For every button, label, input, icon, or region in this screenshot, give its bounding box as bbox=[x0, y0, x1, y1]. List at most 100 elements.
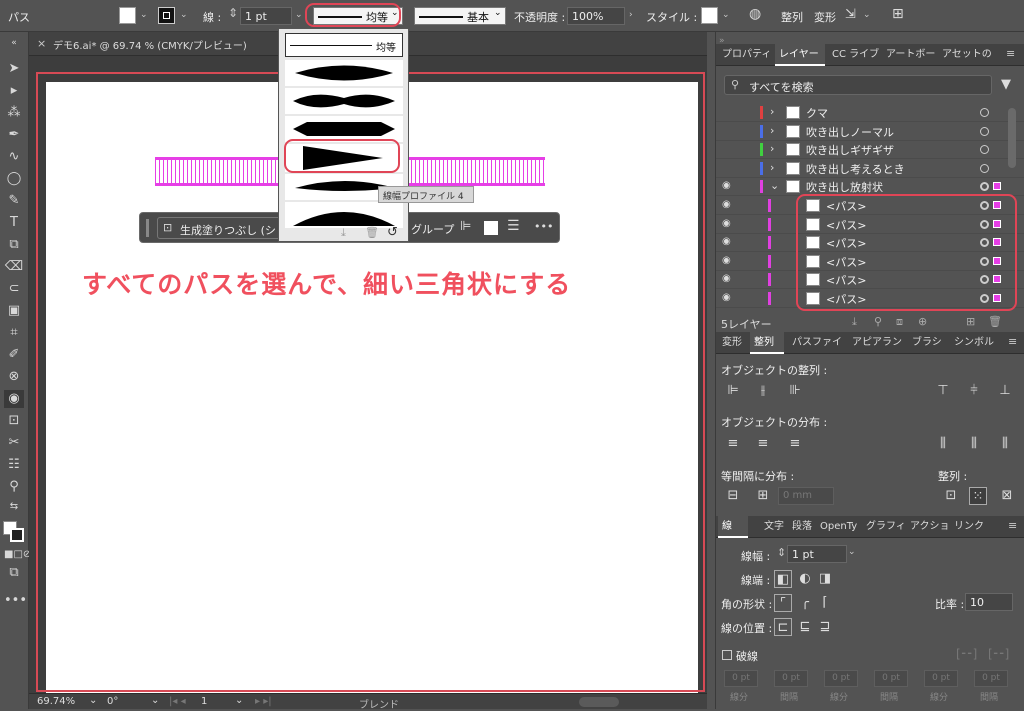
visibility-eye-icon[interactable]: ◉ bbox=[722, 273, 736, 284]
mesh-tool-icon[interactable]: ⌗ bbox=[4, 324, 24, 342]
align-to-selection-icon[interactable]: ⁙ bbox=[969, 487, 987, 505]
distribute-top-icon[interactable]: ≡ bbox=[724, 435, 742, 453]
isolate-icon[interactable]: ⇲ bbox=[845, 7, 856, 22]
rotation-chevron-icon[interactable]: ⌄ bbox=[151, 695, 159, 706]
document-tab-title[interactable]: デモ6.ai* @ 69.74 % (CMYK/プレビュー) bbox=[53, 37, 247, 52]
zoom-tool-icon[interactable]: ⚲ bbox=[4, 478, 24, 496]
close-tab-icon[interactable]: × bbox=[37, 37, 46, 50]
target-circle-icon[interactable] bbox=[980, 126, 989, 136]
bevel-join-icon[interactable]: ⌈ bbox=[816, 594, 834, 612]
distribute-spacing-h-icon[interactable]: ⊞ bbox=[754, 487, 772, 505]
weight-chevron-icon[interactable]: ⌄ bbox=[848, 547, 856, 557]
zoom-chevron-icon[interactable]: ⌄ bbox=[89, 695, 97, 706]
tab-appearance[interactable]: アピアラン bbox=[848, 332, 906, 354]
gap-input[interactable]: 0 pt bbox=[874, 670, 908, 687]
preserve-dash-icon[interactable]: [⁃⁃] bbox=[956, 647, 977, 661]
more-tools-icon[interactable]: ••• bbox=[4, 592, 27, 610]
artboard-number[interactable]: 1 bbox=[201, 696, 207, 707]
align-top-icon[interactable]: ⊤ bbox=[934, 382, 952, 400]
tab-opentype[interactable]: OpenTy bbox=[816, 516, 860, 538]
distribute-bottom-icon[interactable]: ≡ bbox=[786, 435, 804, 453]
align-stroke-inside-icon[interactable]: ⊑ bbox=[796, 618, 814, 636]
opacity-chevron-icon[interactable]: › bbox=[629, 10, 633, 20]
visibility-eye-icon[interactable]: ◉ bbox=[722, 236, 736, 247]
curvature-tool-icon[interactable]: ∿ bbox=[4, 148, 24, 166]
delete-profile-icon[interactable]: 🗑 bbox=[365, 226, 379, 239]
clipping-mask-icon[interactable]: ⧈ bbox=[896, 315, 903, 329]
pen-tool-icon[interactable]: ✒ bbox=[4, 126, 24, 144]
stroke-swatch[interactable] bbox=[158, 7, 175, 24]
distribute-spacing-v-icon[interactable]: ⊟ bbox=[724, 487, 742, 505]
projecting-cap-icon[interactable]: ◨ bbox=[816, 570, 834, 588]
align-right-icon[interactable]: ⊪ bbox=[786, 382, 804, 400]
tab-asset-export[interactable]: アセットの bbox=[938, 44, 994, 66]
fill-dropdown-chevron-icon[interactable]: ⌄ bbox=[140, 10, 148, 20]
distribute-right-icon[interactable]: ⫼ bbox=[996, 435, 1014, 453]
collect-export-icon[interactable]: ⤓ bbox=[852, 315, 857, 329]
align-dash-icon[interactable]: [⁃⁃] bbox=[988, 647, 1009, 661]
lasso-tool-icon[interactable]: ⊂ bbox=[4, 280, 24, 298]
layer-name[interactable]: 吹き出し放射状 bbox=[806, 179, 883, 195]
eraser-tool-icon[interactable]: ⌫ bbox=[4, 258, 24, 276]
dashed-checkbox[interactable] bbox=[722, 650, 732, 660]
locate-object-icon[interactable]: ⚲ bbox=[874, 315, 882, 328]
align-stroke-center-icon[interactable]: ⊏ bbox=[774, 618, 792, 636]
target-circle-icon[interactable] bbox=[980, 163, 989, 173]
group-button[interactable]: グループ bbox=[411, 221, 454, 237]
layer-row[interactable]: › クマ bbox=[716, 104, 1024, 122]
style-chevron-icon[interactable]: ⌄ bbox=[722, 10, 730, 20]
paintbrush-tool-icon[interactable]: ✎ bbox=[4, 192, 24, 210]
layer-row[interactable]: › 吹き出し考えるとき bbox=[716, 160, 1024, 178]
distribute-left-icon[interactable]: ⫼ bbox=[934, 435, 952, 453]
distribute-center-v-icon[interactable]: ≡ bbox=[754, 435, 772, 453]
dash-input[interactable]: 0 pt bbox=[824, 670, 858, 687]
panel-menu-icon[interactable]: ≡ bbox=[1008, 335, 1017, 348]
align-center-v-icon[interactable]: ⫩ bbox=[965, 382, 983, 400]
collapse-icon[interactable]: « bbox=[4, 34, 24, 52]
visibility-eye-icon[interactable]: ◉ bbox=[722, 292, 736, 303]
transform-link[interactable]: 変形 bbox=[814, 9, 836, 25]
butt-cap-icon[interactable]: ◧ bbox=[774, 570, 792, 588]
slice-tool-icon[interactable]: ✂ bbox=[4, 434, 24, 452]
target-circle-icon[interactable] bbox=[980, 145, 989, 155]
draw-mode-icon[interactable]: ⧉ bbox=[4, 564, 24, 582]
ellipse-tool-icon[interactable]: ◯ bbox=[4, 170, 24, 188]
style-swatch[interactable] bbox=[701, 7, 718, 24]
expand-chevron-icon[interactable]: › bbox=[770, 161, 774, 174]
expand-chevron-icon[interactable]: › bbox=[770, 124, 774, 137]
first-artboard-icon[interactable]: |◂ ◂ bbox=[169, 696, 186, 707]
direct-selection-tool-icon[interactable]: ▸ bbox=[4, 82, 24, 100]
align-stroke-outside-icon[interactable]: ⊒ bbox=[816, 618, 834, 636]
blend-tool-icon[interactable]: ⊗ bbox=[4, 368, 24, 386]
tab-actions[interactable]: アクショ bbox=[906, 516, 950, 538]
limit-input[interactable]: 10 bbox=[965, 593, 1013, 611]
stroke-color-icon[interactable] bbox=[10, 528, 24, 542]
align-link[interactable]: 整列 bbox=[781, 9, 803, 25]
artboard-chevron-icon[interactable]: ⌄ bbox=[235, 695, 243, 706]
visibility-eye-icon[interactable]: ◉ bbox=[722, 218, 736, 229]
profile-uniform-option[interactable]: 均等 bbox=[285, 33, 403, 57]
tab-transform[interactable]: 変形 bbox=[718, 332, 748, 354]
magic-wand-icon[interactable]: ⁂ bbox=[4, 104, 24, 122]
shape-tool-icon[interactable]: ◉ bbox=[4, 390, 24, 408]
zoom-level[interactable]: 69.74% bbox=[37, 696, 75, 707]
tab-character[interactable]: 文字 bbox=[760, 516, 786, 538]
visibility-eye-icon[interactable]: ◉ bbox=[722, 255, 736, 266]
rotation-value[interactable]: 0° bbox=[107, 696, 118, 707]
tab-stroke[interactable]: 線 bbox=[718, 516, 748, 538]
reset-profile-icon[interactable]: ↺ bbox=[387, 225, 398, 240]
target-circle-icon[interactable] bbox=[980, 108, 989, 117]
panel-menu-icon[interactable]: ≡ bbox=[1006, 47, 1015, 60]
panel-menu-icon[interactable]: ≡ bbox=[1008, 519, 1017, 532]
target-circle-icon[interactable] bbox=[980, 182, 989, 192]
next-artboard-icon[interactable]: ▸ ▸| bbox=[255, 696, 272, 707]
gap-input[interactable]: 0 pt bbox=[774, 670, 808, 687]
filter-icon[interactable]: ▼ bbox=[1001, 77, 1011, 92]
recolor-icon[interactable]: ◍ bbox=[749, 6, 761, 22]
layer-row[interactable]: › 吹き出しギザギザ bbox=[716, 141, 1024, 160]
tab-properties[interactable]: プロパティ bbox=[718, 44, 774, 66]
artboard-tool-icon[interactable]: ⊡ bbox=[4, 412, 24, 430]
shape-builder-icon[interactable]: ⧉ bbox=[4, 236, 24, 254]
selection-tool-icon[interactable]: ➤ bbox=[4, 60, 24, 78]
distribute-center-h-icon[interactable]: ⫼ bbox=[965, 435, 983, 453]
